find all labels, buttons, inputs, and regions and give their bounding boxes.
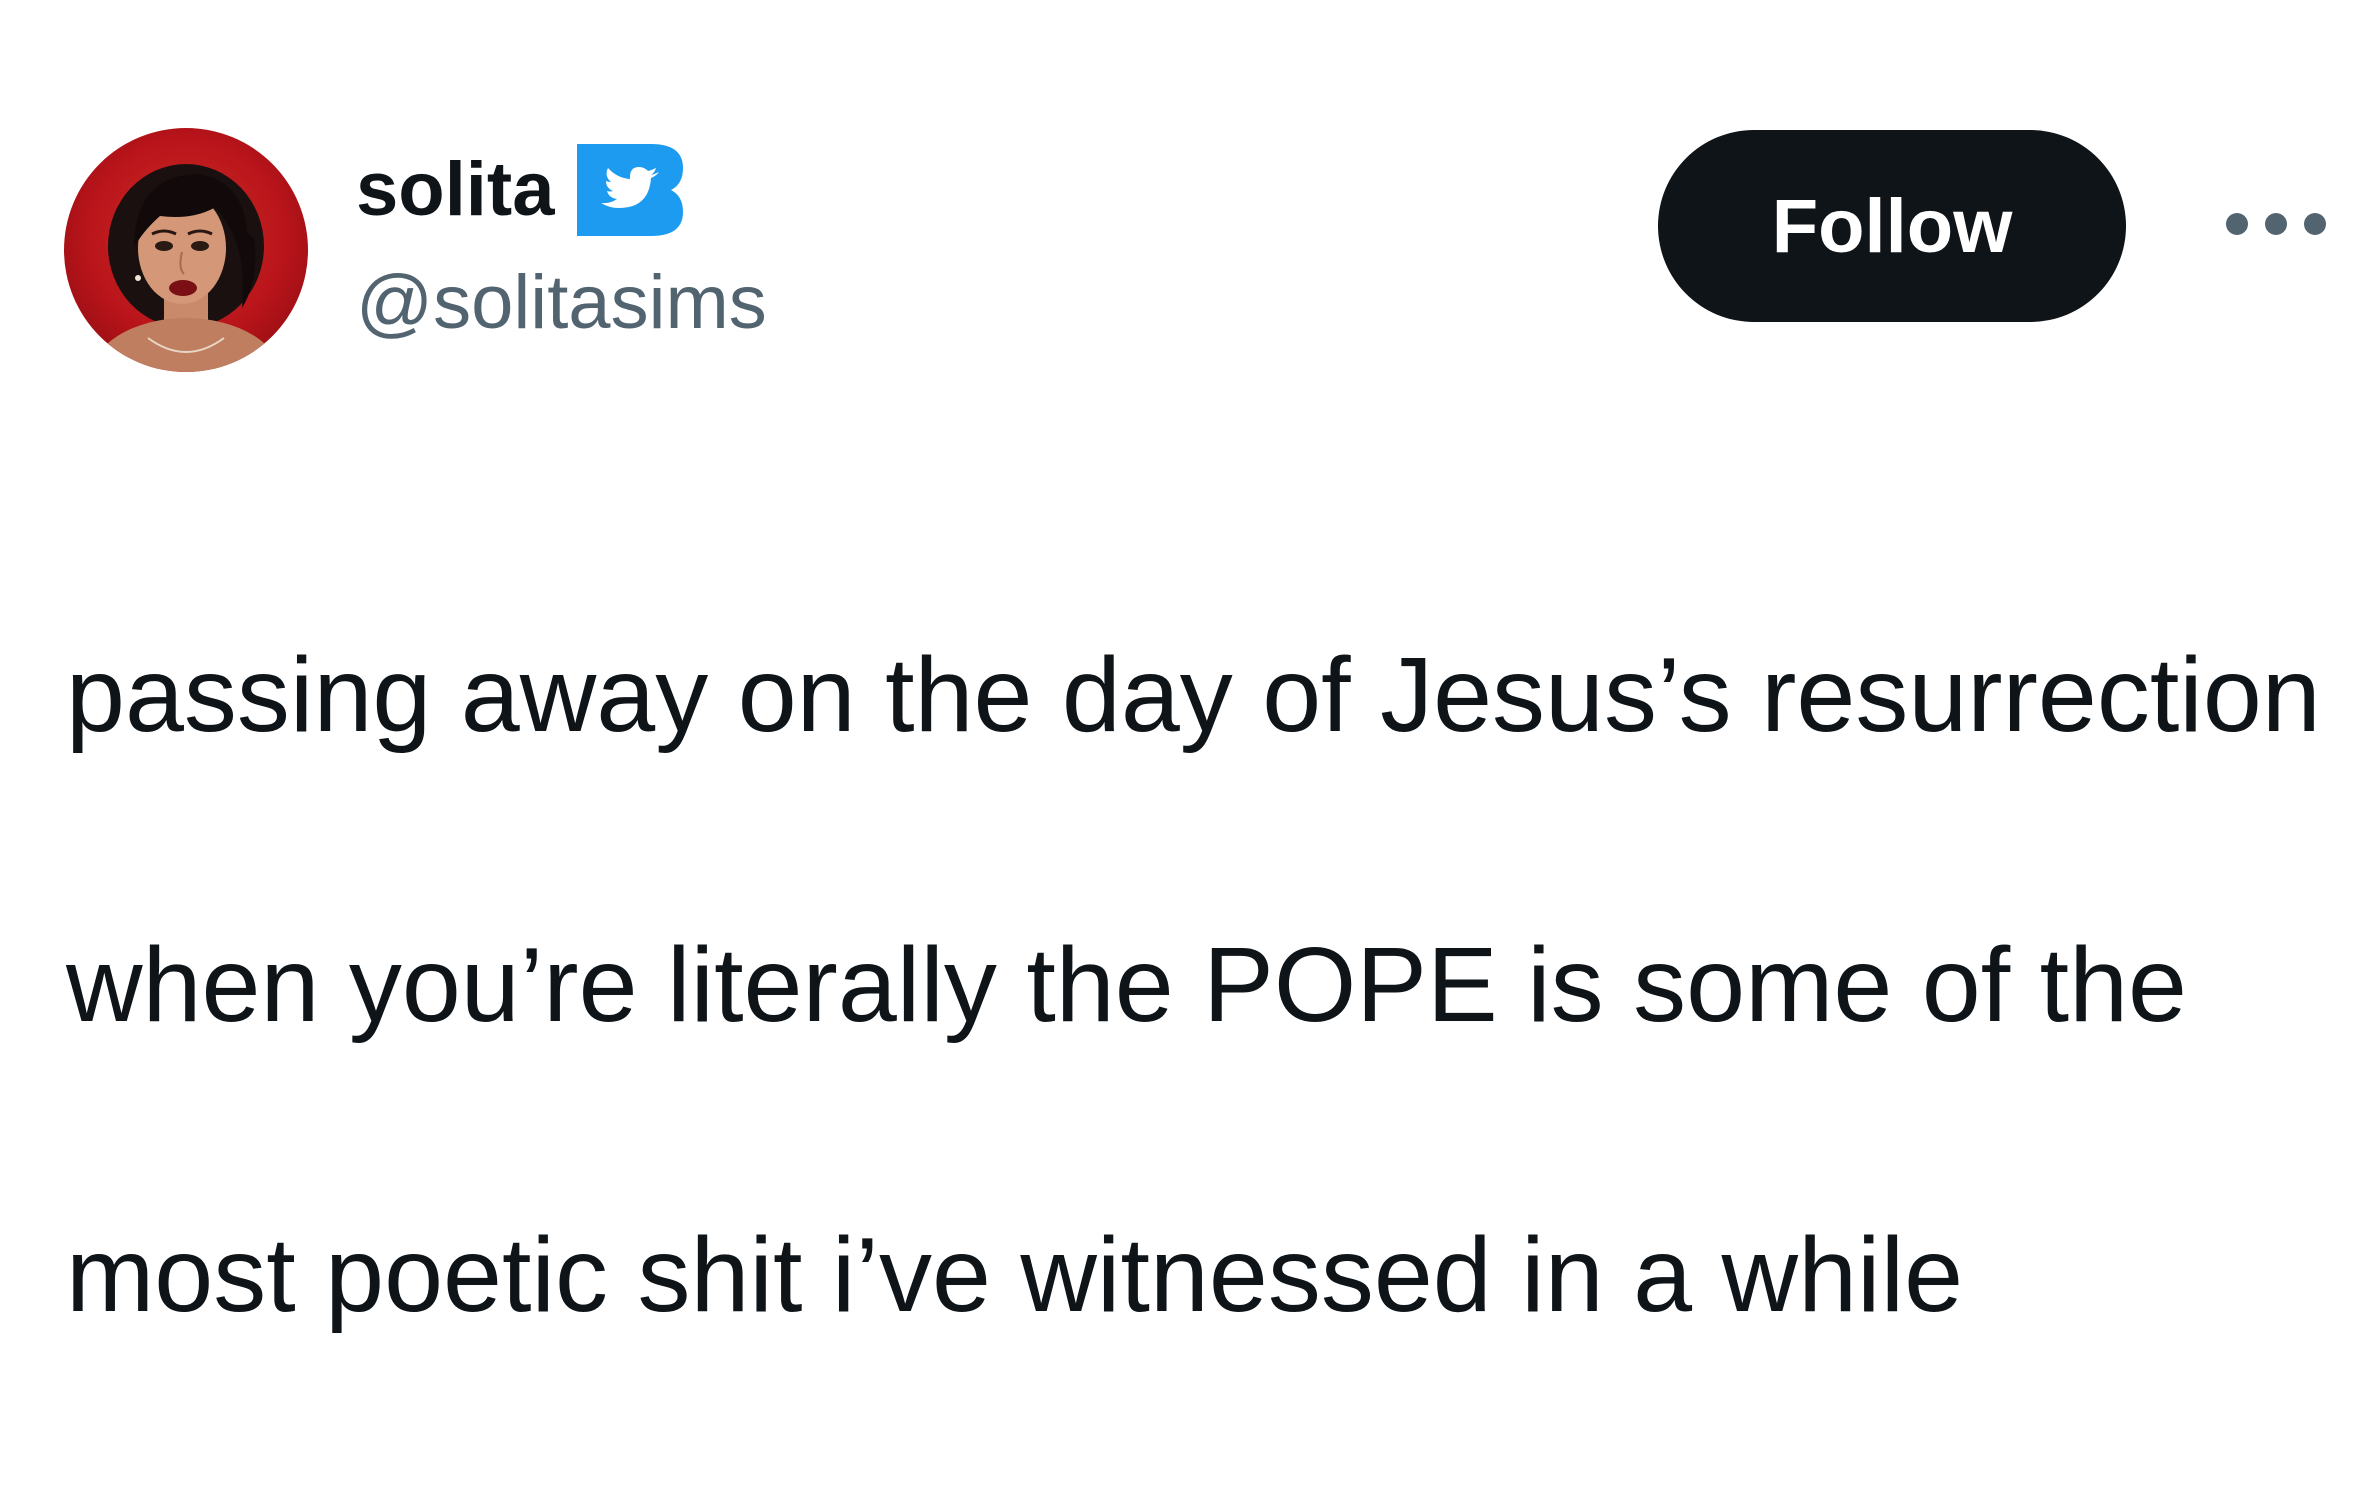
more-dot [2265,213,2287,235]
follow-button[interactable]: Follow [1658,130,2126,322]
tweet-text-line: most poetic shit i’ve witnessed in a whi… [66,1216,1964,1334]
display-name[interactable]: solita [356,152,555,228]
more-dot [2226,213,2248,235]
author-name-row: solita [356,140,683,240]
verified-badge-icon[interactable] [576,144,683,236]
author-handle[interactable]: @solitasims [356,265,767,341]
avatar[interactable] [64,128,308,372]
more-options-icon[interactable] [2226,196,2326,252]
avatar-image [90,164,282,372]
tweet-text: passing away on the day of Jesus’s resur… [66,478,2326,1493]
tweet-text-line: when you’re literally the POPE is some o… [66,926,2187,1044]
more-dot [2304,213,2326,235]
tweet-text-line: passing away on the day of Jesus’s resur… [66,636,2321,754]
tweet-card: solita @solitasims Follow passing away o… [0,0,2376,1334]
